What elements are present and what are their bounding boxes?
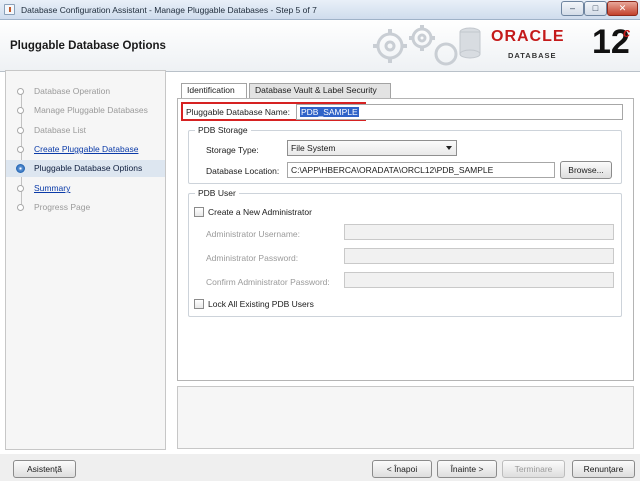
minimize-button[interactable]: ‒	[561, 1, 584, 16]
step-indicator-icon	[17, 107, 24, 114]
browse-button[interactable]: Browse...	[560, 161, 612, 179]
lock-users-checkbox[interactable]	[194, 299, 204, 309]
step-label: Manage Pluggable Databases	[34, 105, 148, 115]
maximize-button[interactable]: □	[584, 1, 607, 16]
version-logo-suffix: c	[623, 25, 631, 40]
window-title: Database Configuration Assistant - Manag…	[21, 5, 317, 15]
gears-graphic	[373, 25, 481, 66]
admin-username-input[interactable]	[344, 224, 614, 240]
back-button[interactable]: < Înapoi	[372, 460, 432, 478]
step-database-list: Database List	[6, 122, 165, 139]
step-summary[interactable]: Summary	[6, 180, 165, 197]
pdb-name-value: PDB_SAMPLE	[300, 107, 359, 117]
page-title: Pluggable Database Options	[10, 40, 166, 52]
step-indicator-icon	[17, 88, 24, 95]
step-label: Database Operation	[34, 86, 111, 96]
chevron-down-icon	[446, 146, 452, 150]
database-location-input[interactable]: C:\APP\HBERCA\ORADATA\ORCL12\PDB_SAMPLE	[287, 162, 555, 178]
steps-panel: Database Operation Manage Pluggable Data…	[5, 70, 166, 450]
storage-type-label: Storage Type:	[206, 145, 259, 155]
storage-type-select[interactable]: File System	[287, 140, 457, 156]
pdb-name-label: Pluggable Database Name:	[186, 107, 290, 117]
admin-password-input[interactable]	[344, 248, 614, 264]
message-area	[177, 386, 634, 449]
admin-password-label: Administrator Password:	[206, 253, 299, 263]
step-label[interactable]: Summary	[34, 183, 70, 193]
step-label[interactable]: Create Pluggable Database	[34, 144, 138, 154]
tab-identification[interactable]: Identification	[181, 83, 247, 99]
step-progress-page: Progress Page	[6, 199, 165, 216]
step-label: Pluggable Database Options	[34, 163, 143, 173]
finish-button[interactable]: Terminare	[502, 460, 565, 478]
admin-username-label: Administrator Username:	[206, 229, 301, 239]
help-button[interactable]: Asistență	[13, 460, 76, 478]
create-admin-label[interactable]: Create a New Administrator	[208, 207, 312, 217]
tab-database-vault[interactable]: Database Vault & Label Security	[249, 83, 391, 98]
step-indicator-icon	[17, 146, 24, 153]
step-indicator-icon	[17, 127, 24, 134]
app-icon	[4, 4, 15, 15]
step-create-pluggable-database[interactable]: Create Pluggable Database	[6, 141, 165, 158]
step-pluggable-database-options: Pluggable Database Options	[6, 160, 165, 177]
pdb-name-input[interactable]: PDB_SAMPLE	[296, 104, 623, 120]
step-current-indicator-icon	[16, 164, 25, 173]
step-indicator-icon	[17, 185, 24, 192]
step-manage-pluggable-databases: Manage Pluggable Databases	[6, 102, 165, 119]
confirm-password-input[interactable]	[344, 272, 614, 288]
storage-type-value: File System	[291, 143, 336, 153]
next-button[interactable]: Înainte >	[437, 460, 497, 478]
lock-users-label[interactable]: Lock All Existing PDB Users	[208, 299, 314, 309]
step-label: Database List	[34, 125, 86, 135]
close-button[interactable]: ✕	[607, 1, 638, 16]
step-label: Progress Page	[34, 202, 91, 212]
header-banner: Pluggable Database Options ORACLE DATABA…	[0, 20, 640, 72]
step-database-operation: Database Operation	[6, 83, 165, 100]
oracle-logo-wordmark: ORACLE	[491, 28, 565, 45]
oracle-logo-database: DATABASE	[508, 51, 557, 60]
pdb-user-title: PDB User	[195, 188, 239, 198]
create-admin-checkbox[interactable]	[194, 207, 204, 217]
window-titlebar: Database Configuration Assistant - Manag…	[0, 0, 640, 20]
pdb-storage-title: PDB Storage	[195, 125, 251, 135]
cancel-button[interactable]: Renunțare	[572, 460, 635, 478]
confirm-password-label: Confirm Administrator Password:	[206, 277, 330, 287]
step-indicator-icon	[17, 204, 24, 211]
database-location-label: Database Location:	[206, 166, 280, 176]
